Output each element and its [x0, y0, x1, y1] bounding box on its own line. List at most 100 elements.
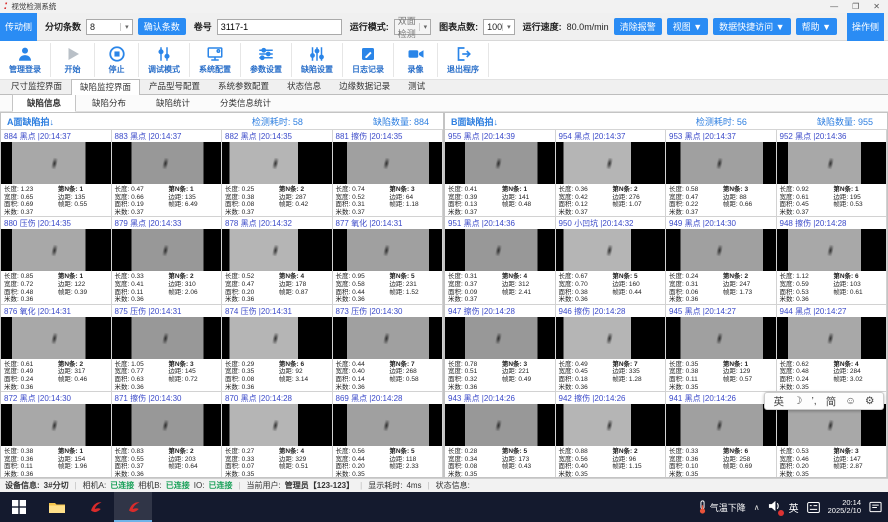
defect-cell[interactable]: 875 压伤 |20:14:31 长度: 1.05 宽度: 0.77 面积: 0… [112, 305, 223, 392]
confirm-count-button[interactable]: 确认条数 [138, 18, 186, 35]
exit-program-button[interactable]: 退出程序 [438, 43, 489, 77]
ime-simplified-toggle[interactable]: 简 [826, 394, 837, 409]
defect-cell[interactable]: 955 黑点 |20:14:39 长度: 0.41 宽度: 0.39 面积: 0… [445, 130, 556, 217]
recording-button[interactable]: 录像 [394, 43, 438, 77]
defect-mark [495, 158, 502, 170]
manage-login-button[interactable]: 管理登录 [0, 43, 51, 77]
defect-cell[interactable]: 945 黑点 |20:14:27 长度: 0.35 宽度: 0.38 面积: 0… [666, 305, 777, 392]
current-user-label: 当前用户: [247, 480, 281, 491]
tab-status-info[interactable]: 状态信息 [278, 78, 330, 94]
tab-system-param-config[interactable]: 系统参数配置 [209, 78, 278, 94]
tab-edge-data-record[interactable]: 边缘数据记录 [330, 78, 399, 94]
chart-points-select[interactable]: 100 [483, 19, 515, 35]
drive-side-button[interactable]: 传动侧 [0, 13, 37, 41]
cell-width: 宽度: 0.37 [448, 281, 502, 289]
defect-cell[interactable]: 884 黑点 |20:14:37 长度: 1.23 宽度: 0.65 面积: 0… [1, 130, 112, 217]
defect-cell[interactable]: 880 压伤 |20:14:35 长度: 0.85 宽度: 0.72 面积: 0… [1, 217, 112, 304]
io-status: 已连接 [208, 480, 232, 491]
debug-mode-button[interactable]: 调试模式 [139, 43, 190, 77]
minimize-button[interactable]: — [830, 2, 838, 11]
defect-mark [383, 245, 390, 257]
cell-edge-distance: 边距: 268 [389, 368, 439, 376]
system-config-button[interactable]: 系统配置 [190, 43, 241, 77]
cell-strip-number: 第N条: 2 [168, 448, 218, 456]
help-menu-button[interactable]: 帮助 ▼ [796, 18, 837, 35]
clock-date: 2025/2/10 [828, 507, 861, 516]
tab-test[interactable]: 测试 [399, 78, 434, 94]
defect-cell[interactable]: 944 黑点 |20:14:27 长度: 0.62 宽度: 0.48 面积: 0… [777, 305, 888, 392]
subtab-defect-distribution[interactable]: 缺陷分布 [78, 95, 140, 111]
start-button[interactable] [0, 492, 38, 522]
ime-night-mode-icon[interactable]: ☽ [793, 395, 802, 407]
defect-cell[interactable]: 949 黑点 |20:14:30 长度: 0.24 宽度: 0.31 面积: 0… [666, 217, 777, 304]
volume-icon[interactable] [768, 500, 781, 514]
ime-settings-gear-icon[interactable]: ⚙ [865, 395, 874, 407]
defect-cell[interactable]: 947 擦伤 |20:14:28 长度: 0.78 宽度: 0.51 面积: 0… [445, 305, 556, 392]
cell-strip-number: 第N条: 5 [389, 273, 439, 281]
file-explorer-button[interactable] [38, 492, 76, 522]
defect-settings-button[interactable]: 缺陷设置 [292, 43, 343, 77]
ime-emoji-icon[interactable]: ☺ [845, 395, 856, 407]
defect-cell[interactable]: 876 氧化 |20:14:31 长度: 0.61 宽度: 0.49 面积: 0… [1, 305, 112, 392]
ime-punctuation-toggle[interactable]: ’, [811, 395, 816, 407]
defect-cell[interactable]: 942 擦伤 |20:14:26 长度: 0.88 宽度: 0.56 面积: 0… [556, 392, 667, 478]
run-mode-select[interactable]: 双面检测 [394, 19, 431, 35]
defect-cell[interactable]: 870 黑点 |20:14:28 长度: 0.27 宽度: 0.33 面积: 0… [222, 392, 333, 478]
operate-side-button[interactable]: 操作侧 [847, 13, 884, 41]
vision-app-active-button[interactable] [114, 492, 152, 522]
notification-center-icon[interactable] [869, 501, 882, 513]
tab-size-monitor[interactable]: 尺寸监控界面 [2, 78, 71, 94]
defect-cell[interactable]: 953 黑点 |20:14:37 长度: 0.58 宽度: 0.47 面积: 0… [666, 130, 777, 217]
roll-number-input[interactable] [217, 19, 342, 35]
taskbar-ime-language[interactable]: 英 [789, 500, 799, 515]
slit-count-select[interactable]: 8 [86, 19, 133, 35]
vision-app-button[interactable] [76, 492, 114, 522]
weather-widget[interactable]: 气温下降 [698, 500, 746, 514]
defect-cell[interactable]: 951 黑点 |20:14:36 长度: 0.31 宽度: 0.37 面积: 0… [445, 217, 556, 304]
tray-expand-icon[interactable]: ∧ [754, 503, 760, 512]
subtab-classification-statistics[interactable]: 分类信息统计 [206, 95, 285, 111]
defect-cell[interactable]: 873 压伤 |20:14:30 长度: 0.44 宽度: 0.40 面积: 0… [333, 305, 444, 392]
start-button[interactable]: 开始 [51, 43, 95, 77]
cell-length: 长度: 0.67 [559, 273, 613, 281]
ime-language-toggle[interactable]: 英 [774, 394, 785, 409]
defect-cell[interactable]: 871 擦伤 |20:14:30 长度: 0.83 宽度: 0.55 面积: 0… [112, 392, 223, 478]
subtab-defect-statistics[interactable]: 缺陷统计 [142, 95, 204, 111]
defect-cell[interactable]: 877 氧化 |20:14:31 长度: 0.95 宽度: 0.58 面积: 0… [333, 217, 444, 304]
tab-defect-monitor[interactable]: 缺陷监控界面 [71, 79, 140, 95]
parameter-settings-button[interactable]: 参数设置 [241, 43, 292, 77]
cell-header: 877 氧化 |20:14:31 [333, 217, 443, 229]
subtab-defect-info[interactable]: 缺陷信息 [12, 94, 76, 112]
cell-length: 长度: 0.53 [780, 448, 834, 456]
defect-cell[interactable]: 874 压伤 |20:14:31 长度: 0.29 宽度: 0.35 面积: 0… [222, 305, 333, 392]
taskbar-clock[interactable]: 20:14 2025/2/10 [828, 499, 861, 516]
defect-cell[interactable]: 883 黑点 |20:14:37 长度: 0.47 宽度: 0.66 面积: 0… [112, 130, 223, 217]
view-menu-button[interactable]: 视图 ▼ [667, 18, 708, 35]
defect-cell[interactable]: 869 黑点 |20:14:28 长度: 0.56 宽度: 0.44 面积: 0… [333, 392, 444, 478]
user-icon [16, 45, 34, 63]
defect-cell[interactable]: 943 黑点 |20:14:26 长度: 0.28 宽度: 0.34 面积: 0… [445, 392, 556, 478]
tab-product-model-config[interactable]: 产品型号配置 [140, 78, 209, 94]
defect-cell[interactable]: 878 黑点 |20:14:32 长度: 0.52 宽度: 0.47 面积: 0… [222, 217, 333, 304]
defect-cell[interactable]: 881 擦伤 |20:14:35 长度: 0.74 宽度: 0.52 面积: 0… [333, 130, 444, 217]
defect-cell[interactable]: 882 黑点 |20:14:35 长度: 0.25 宽度: 0.38 面积: 0… [222, 130, 333, 217]
defect-cell[interactable]: 879 黑点 |20:14:33 长度: 0.33 宽度: 0.41 面积: 0… [112, 217, 223, 304]
panel-b-elapsed-label: 检测耗时: [696, 117, 735, 127]
ime-keyboard-icon[interactable] [807, 502, 820, 513]
defect-cell[interactable]: 950 小凹坑 |20:14:32 长度: 0.67 宽度: 0.70 面积: … [556, 217, 667, 304]
defect-cell[interactable]: 954 黑点 |20:14:37 长度: 0.36 宽度: 0.42 面积: 0… [556, 130, 667, 217]
close-button[interactable]: ✕ [873, 2, 880, 11]
maximize-button[interactable]: ❐ [852, 2, 859, 11]
defect-cell[interactable]: 948 擦伤 |20:14:28 长度: 1.12 宽度: 0.59 面积: 0… [777, 217, 888, 304]
clear-alarm-button[interactable]: 清除报警 [614, 18, 662, 35]
defect-cell[interactable]: 872 黑点 |20:14:30 长度: 0.38 宽度: 0.36 面积: 0… [1, 392, 112, 478]
log-record-button[interactable]: 日志记录 [343, 43, 394, 77]
data-access-menu-button[interactable]: 数据快捷访问 ▼ [713, 18, 790, 35]
exit-icon [454, 45, 472, 63]
defect-cell[interactable]: 952 黑点 |20:14:36 长度: 0.92 宽度: 0.61 面积: 0… [777, 130, 888, 217]
defect-mark [51, 420, 58, 432]
stop-button[interactable]: 停止 [95, 43, 139, 77]
cell-area: 面积: 0.13 [448, 201, 502, 209]
defect-cell[interactable]: 946 擦伤 |20:14:28 长度: 0.49 宽度: 0.45 面积: 0… [556, 305, 667, 392]
defect-cell[interactable]: 941 黑点 |20:14:26 长度: 0.33 宽度: 0.36 面积: 0… [666, 392, 777, 478]
